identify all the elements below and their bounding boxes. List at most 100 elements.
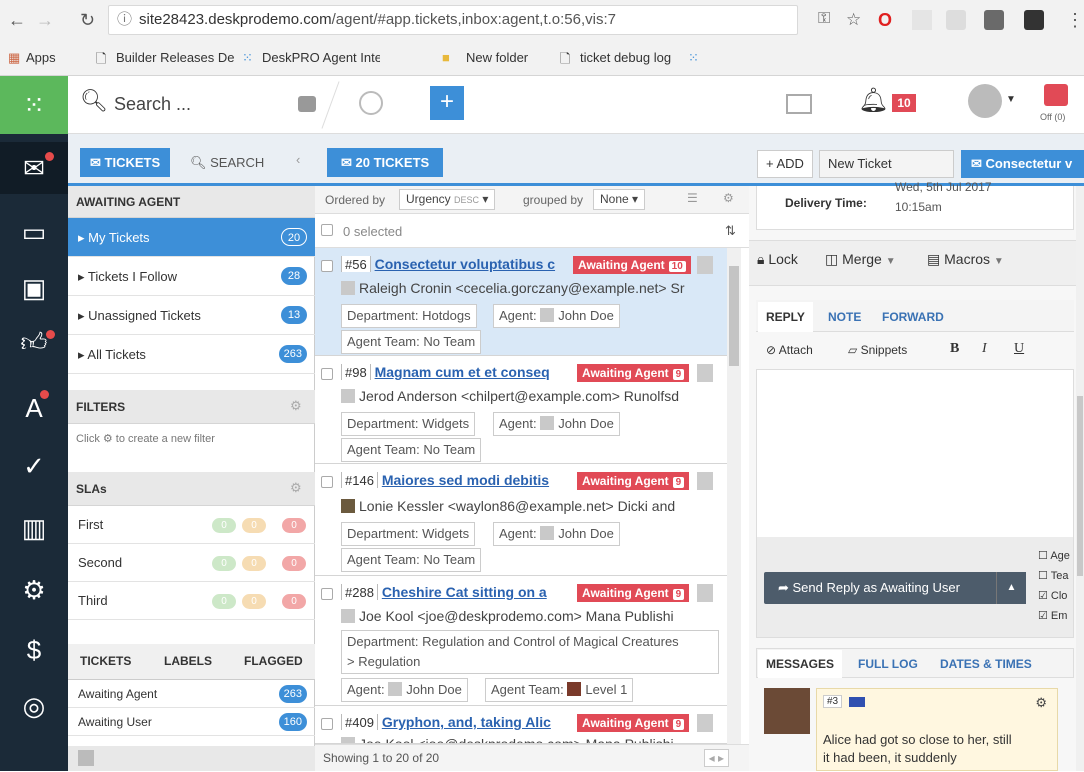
chat-icon[interactable] xyxy=(1044,84,1068,106)
gear-icon[interactable]: ⚙ xyxy=(1035,695,1047,711)
ticket-subject[interactable]: Consectetur voluptatibus c xyxy=(375,256,555,272)
chat-nav-icon[interactable]: ▭ xyxy=(14,212,54,252)
tab-new-ticket[interactable]: New Ticket xyxy=(819,150,954,178)
send-options-button[interactable]: ▲ xyxy=(996,572,1026,604)
extension-icon[interactable] xyxy=(1024,10,1044,30)
columns-icon[interactable] xyxy=(786,94,812,114)
tab-labels[interactable]: LABELS xyxy=(164,654,212,668)
billing-nav-icon[interactable]: $ xyxy=(14,630,54,670)
forward-icon[interactable]: → xyxy=(36,10,54,31)
attach-button[interactable]: ⊘ Attach xyxy=(766,343,813,357)
lock-button[interactable]: 🔒︎ Lock xyxy=(757,251,798,268)
scroll-thumb[interactable] xyxy=(1077,396,1083,576)
feedback-nav-icon[interactable]: 👍︎ xyxy=(14,322,54,362)
reply-editor[interactable] xyxy=(757,371,1073,537)
extension-icon[interactable] xyxy=(912,10,932,30)
table-row[interactable]: #409 Gryphon, and, taking Alic Awaiting … xyxy=(315,706,727,744)
add-button[interactable]: + xyxy=(430,86,464,120)
chevron-down-icon[interactable]: ▼ xyxy=(1006,94,1016,105)
tab-reply[interactable]: REPLY xyxy=(758,302,813,332)
opera-icon[interactable]: O xyxy=(878,10,892,31)
option-checkbox[interactable]: ☑ Clo xyxy=(1038,586,1078,606)
gear-icon[interactable]: ⚙ xyxy=(723,191,734,205)
bookmark-folder[interactable]: New folder xyxy=(466,50,528,65)
contacts-nav-icon[interactable]: ▣ xyxy=(14,268,54,308)
add-tab-button[interactable]: + ADD xyxy=(757,150,813,178)
bookmark-builder[interactable]: Builder Releases Desk xyxy=(116,50,234,65)
option-checkbox[interactable]: ☐ Age xyxy=(1038,546,1078,566)
table-row[interactable]: #146 Maiores sed modi debitis Awaiting A… xyxy=(315,464,727,576)
option-checkbox[interactable]: ☑ Em xyxy=(1038,606,1078,626)
pager-buttons[interactable]: ◂ ▸ xyxy=(703,749,729,767)
extension-icon[interactable] xyxy=(946,10,966,30)
row-checkbox[interactable] xyxy=(321,368,333,380)
bold-button[interactable]: B xyxy=(950,341,959,357)
tab-full-log[interactable]: FULL LOG xyxy=(850,650,926,678)
row-checkbox[interactable] xyxy=(321,718,333,730)
list-view-icon[interactable]: ☰ xyxy=(687,191,698,205)
table-row[interactable]: #288 Cheshire Cat sitting on a Awaiting … xyxy=(315,576,727,706)
help-nav-icon[interactable]: ◎ xyxy=(14,686,54,726)
tab-active-ticket[interactable]: ✉ Consectetur v xyxy=(961,150,1084,178)
tab-messages[interactable]: MESSAGES xyxy=(758,650,843,678)
underline-button[interactable]: U xyxy=(1014,341,1024,357)
sla-second[interactable]: Second 000 xyxy=(68,544,315,582)
deskpro-logo[interactable]: ⁙ xyxy=(0,76,68,134)
notification-count[interactable]: 10 xyxy=(892,94,916,112)
scroll-thumb[interactable] xyxy=(729,266,739,366)
url-bar[interactable]: ⓘ site28423.deskprodemo.com/agent/#app.t… xyxy=(108,5,798,35)
ticket-subject[interactable]: Maiores sed modi debitis xyxy=(382,472,549,488)
option-checkbox[interactable]: ☐ Tea xyxy=(1038,566,1078,586)
tab-forward[interactable]: FORWARD xyxy=(874,302,952,332)
sla-third[interactable]: Third 000 xyxy=(68,582,315,620)
extension-icon[interactable] xyxy=(984,10,1004,30)
info-icon[interactable]: ⓘ xyxy=(117,6,132,34)
settings-nav-icon[interactable]: ⚙ xyxy=(14,570,54,610)
keyboard-icon[interactable] xyxy=(298,96,316,112)
bookmark-deskpro[interactable]: DeskPRO Agent Inter xyxy=(262,50,380,65)
star-icon[interactable]: ☆ xyxy=(846,10,861,30)
gear-icon[interactable]: ⚙ xyxy=(290,480,302,496)
deskpro-icon[interactable]: ⁙ xyxy=(688,50,699,66)
collapse-icon[interactable]: ‹ xyxy=(296,152,300,167)
tab-note[interactable]: NOTE xyxy=(820,302,869,332)
nav-my-tickets[interactable]: ▸ My Tickets 20 xyxy=(68,218,315,257)
table-row[interactable]: #98 Magnam cum et et conseq Awaiting Age… xyxy=(315,356,727,464)
ticket-subject[interactable]: Gryphon, and, taking Alic xyxy=(382,714,551,730)
snippets-button[interactable]: ▱ Snippets xyxy=(848,343,907,357)
status-awaiting-agent[interactable]: Awaiting Agent 263 xyxy=(68,680,315,708)
nav-all-tickets[interactable]: ▸ All Tickets 263 xyxy=(68,335,315,374)
list-scrollbar[interactable] xyxy=(727,248,741,744)
table-row[interactable]: #56 Consectetur voluptatibus c Awaiting … xyxy=(315,248,727,356)
select-all-checkbox[interactable] xyxy=(321,224,333,236)
bookmark-apps[interactable]: Apps xyxy=(26,50,56,65)
search-input[interactable]: Search ... xyxy=(114,94,191,115)
tasks-nav-icon[interactable]: ✓ xyxy=(14,446,54,486)
send-reply-button[interactable]: ➦ Send Reply as Awaiting User xyxy=(764,572,1026,604)
detail-scrollbar[interactable] xyxy=(1076,186,1084,771)
tickets-nav-icon[interactable]: ✉ xyxy=(0,142,68,194)
avatar[interactable] xyxy=(968,84,1002,118)
tab-tickets[interactable]: ✉ TICKETS xyxy=(80,148,171,177)
italic-button[interactable]: I xyxy=(982,341,987,357)
apps-icon[interactable]: ▦ xyxy=(8,50,20,66)
reload-icon[interactable]: ↻ xyxy=(80,10,95,31)
status-awaiting-user[interactable]: Awaiting User 160 xyxy=(68,708,315,736)
tab-search[interactable]: 🔍︎ SEARCH xyxy=(180,148,274,177)
row-checkbox[interactable] xyxy=(321,588,333,600)
back-icon[interactable]: ← xyxy=(8,10,26,31)
gear-icon[interactable]: ⚙ xyxy=(290,398,302,414)
tab-status-tickets[interactable]: TICKETS xyxy=(80,654,131,668)
row-checkbox[interactable] xyxy=(321,260,333,272)
tab-ticket-list[interactable]: ✉ 20 TICKETS xyxy=(327,148,444,177)
nav-unassigned[interactable]: ▸ Unassigned Tickets 13 xyxy=(68,296,315,335)
ticket-subject[interactable]: Cheshire Cat sitting on a xyxy=(382,584,547,600)
bell-icon[interactable]: 🔔︎ xyxy=(858,86,888,115)
macros-button[interactable]: ▤ Macros ▼ xyxy=(927,251,1004,268)
nav-tickets-follow[interactable]: ▸ Tickets I Follow 28 xyxy=(68,257,315,296)
menu-icon[interactable]: ⋮ xyxy=(1066,10,1084,31)
group-select[interactable]: None ▾ xyxy=(593,189,646,210)
key-icon[interactable]: ⚿ xyxy=(818,10,830,28)
sla-first[interactable]: First 000 xyxy=(68,506,315,544)
bookmark-debug[interactable]: ticket debug log xyxy=(580,50,671,65)
